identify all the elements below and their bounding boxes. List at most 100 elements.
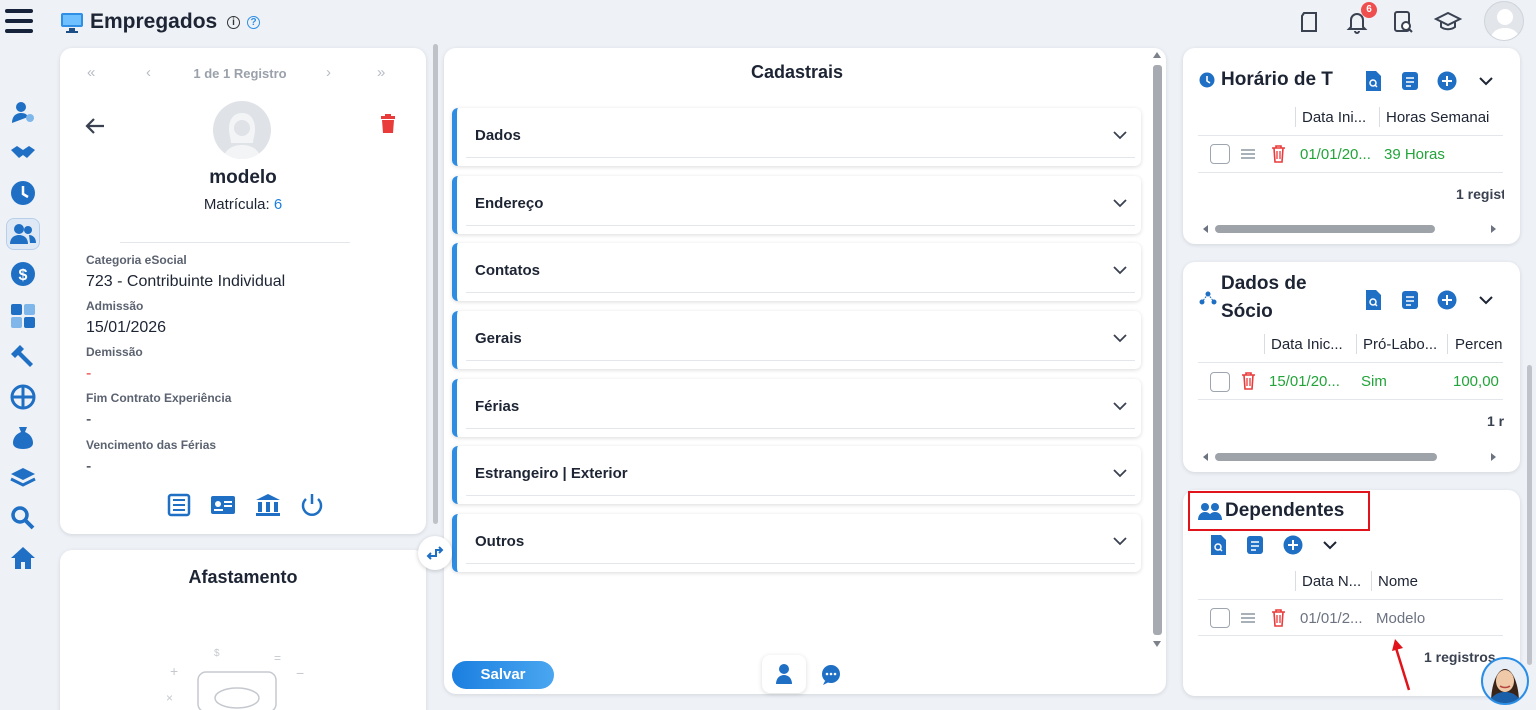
- add-circle-icon[interactable]: [1437, 70, 1457, 92]
- tools-icon[interactable]: [10, 343, 36, 369]
- clock-icon: [1199, 72, 1215, 88]
- accordion-ferias[interactable]: Férias: [452, 379, 1141, 437]
- graduation-cap-icon[interactable]: [1434, 8, 1462, 36]
- scroll-list-icon[interactable]: [1400, 70, 1420, 92]
- accordion-contatos[interactable]: Contatos: [452, 243, 1141, 301]
- column-header[interactable]: Data Inic...: [1271, 336, 1353, 353]
- chevron-down-icon[interactable]: [1476, 289, 1496, 311]
- swap-panel-button[interactable]: [418, 536, 452, 570]
- scrollbar-thumb[interactable]: [1215, 225, 1435, 233]
- assistant-avatar[interactable]: [1481, 657, 1529, 705]
- notes-icon[interactable]: [1296, 8, 1324, 36]
- document-search-icon[interactable]: [1389, 8, 1417, 36]
- bank-icon[interactable]: [255, 493, 281, 517]
- scroll-list-icon[interactable]: [1245, 534, 1265, 556]
- scroll-down-arrow[interactable]: [1153, 641, 1161, 647]
- chevron-down-icon[interactable]: [1476, 70, 1496, 92]
- next-record-button[interactable]: ›: [326, 64, 331, 81]
- help-icon[interactable]: ?: [247, 16, 260, 29]
- annotation-arrow: [1392, 639, 1411, 691]
- previous-record-button[interactable]: ‹: [146, 64, 151, 81]
- calculator-icon[interactable]: [10, 303, 36, 329]
- add-circle-icon[interactable]: [1283, 534, 1303, 556]
- row-checkbox[interactable]: [1210, 372, 1230, 392]
- dollar-icon[interactable]: $: [10, 261, 36, 287]
- id-card-icon[interactable]: [210, 493, 236, 517]
- accordion-outros[interactable]: Outros: [452, 514, 1141, 572]
- power-icon[interactable]: [299, 493, 325, 517]
- row-checkbox[interactable]: [1210, 144, 1230, 164]
- svg-text:×: ×: [166, 691, 173, 705]
- column-header[interactable]: Percen: [1455, 336, 1503, 353]
- svg-text:−: −: [296, 665, 304, 681]
- column-header[interactable]: Horas Semanai: [1386, 109, 1504, 126]
- column-header[interactable]: Pró-Labo...: [1363, 336, 1443, 353]
- accordion-estrangeiro[interactable]: Estrangeiro | Exterior: [452, 446, 1141, 504]
- back-arrow-icon[interactable]: [84, 116, 106, 136]
- info-icon[interactable]: i: [227, 16, 240, 29]
- chevron-down-icon[interactable]: [1320, 534, 1340, 556]
- table-cell: Modelo: [1376, 610, 1426, 627]
- scroll-up-arrow[interactable]: [1153, 52, 1161, 58]
- record-count: 1 r: [1487, 413, 1504, 429]
- column-separator: [1264, 334, 1265, 354]
- field-label: Categoria eSocial: [86, 253, 187, 267]
- scroll-list-icon[interactable]: [1400, 289, 1420, 311]
- scrollbar-thumb[interactable]: [1215, 453, 1437, 461]
- table-cell: 100,00: [1453, 373, 1499, 390]
- accordion-endereco[interactable]: Endereço: [452, 176, 1141, 234]
- document-search-icon[interactable]: [1363, 70, 1383, 92]
- user-settings-icon[interactable]: [10, 99, 36, 125]
- column-header[interactable]: Data Ini...: [1302, 109, 1376, 126]
- clock-icon[interactable]: [10, 180, 36, 206]
- newspaper-icon[interactable]: [166, 493, 192, 517]
- last-record-button[interactable]: »: [377, 64, 385, 81]
- trash-icon[interactable]: [1271, 145, 1286, 163]
- chat-icon[interactable]: [820, 664, 842, 686]
- user-avatar[interactable]: [1484, 1, 1524, 41]
- layers-icon[interactable]: [10, 465, 36, 491]
- save-button[interactable]: Salvar: [452, 661, 554, 689]
- first-record-button[interactable]: «: [87, 64, 95, 81]
- cadastrais-title: Cadastrais: [750, 62, 844, 82]
- home-icon[interactable]: [10, 545, 36, 571]
- document-search-icon[interactable]: [1208, 534, 1228, 556]
- accordion-gerais[interactable]: Gerais: [452, 311, 1141, 369]
- drag-handle-icon[interactable]: [1241, 148, 1255, 160]
- column-header[interactable]: Nome: [1378, 573, 1458, 590]
- column-separator: [1356, 334, 1357, 354]
- accordion-dados[interactable]: Dados: [452, 108, 1141, 166]
- horizontal-scrollbar[interactable]: [1203, 453, 1499, 461]
- divider: [466, 225, 1135, 226]
- middle-scrollbar[interactable]: [1153, 65, 1162, 635]
- socio-title-line1: Dados de: [1221, 273, 1307, 294]
- row-checkbox[interactable]: [1210, 608, 1230, 628]
- search-icon[interactable]: [10, 505, 36, 531]
- trash-icon[interactable]: [379, 114, 397, 134]
- accordion-label: Outros: [475, 533, 525, 550]
- chevron-down-icon: [1113, 131, 1127, 140]
- left-scrollbar[interactable]: [433, 44, 438, 524]
- accordion-label: Férias: [475, 398, 520, 415]
- network-icon[interactable]: [10, 384, 36, 410]
- handshake-icon[interactable]: [10, 140, 36, 166]
- add-circle-icon[interactable]: [1437, 289, 1457, 311]
- field-label: Admissão: [86, 299, 144, 313]
- person-tab[interactable]: [762, 655, 806, 693]
- horizontal-scrollbar[interactable]: [1203, 225, 1499, 233]
- document-search-icon[interactable]: [1363, 289, 1383, 311]
- column-header[interactable]: Data N...: [1302, 573, 1368, 590]
- hamburger-menu-icon[interactable]: [5, 9, 33, 35]
- trash-icon[interactable]: [1271, 609, 1286, 627]
- column-separator: [1447, 334, 1448, 354]
- drag-handle-icon[interactable]: [1241, 612, 1255, 624]
- trash-icon[interactable]: [1241, 372, 1256, 390]
- chevron-down-icon: [1113, 469, 1127, 478]
- money-bag-icon[interactable]: [10, 424, 36, 450]
- users-icon[interactable]: [10, 221, 36, 247]
- field-label: Vencimento das Férias: [86, 438, 217, 452]
- matricula-value: 6: [273, 196, 283, 213]
- field-value: 723 - Contribuinte Individual: [86, 273, 286, 290]
- right-scrollbar[interactable]: [1527, 365, 1532, 665]
- table-cell: 15/01/20...: [1269, 373, 1340, 390]
